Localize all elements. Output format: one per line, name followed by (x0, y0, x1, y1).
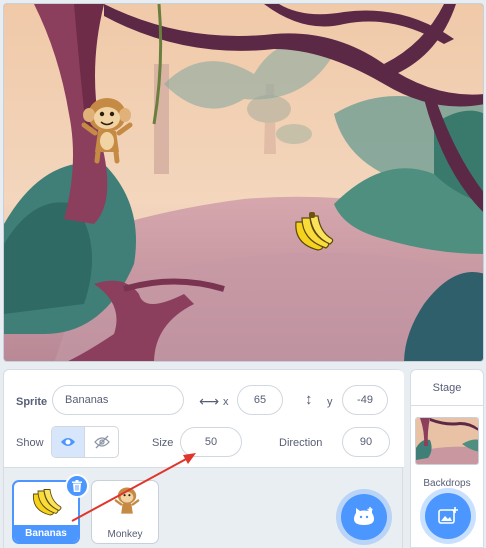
trash-icon (72, 480, 82, 492)
sprite-name-value: Bananas (65, 394, 109, 406)
delete-sprite-button[interactable] (65, 474, 89, 498)
choose-backdrop-button[interactable] (425, 493, 471, 539)
show-label: Show (16, 437, 44, 449)
hide-sprite-button[interactable] (85, 427, 118, 457)
choose-sprite-button[interactable] (341, 494, 387, 540)
sprite-pane: Sprite Bananas ⟷ x 65 ↕ y -49 Show Size … (3, 369, 404, 548)
stage-title: Stage (411, 370, 483, 406)
image-add-icon (438, 507, 458, 524)
size-label: Size (152, 437, 174, 449)
banana-thumbnail-icon (32, 489, 62, 516)
eye-slash-icon (93, 435, 110, 449)
scratch-editor: Sprite Bananas ⟷ x 65 ↕ y -49 Show Size … (0, 0, 486, 548)
eye-icon (61, 438, 75, 446)
monkey-thumbnail-icon (114, 487, 140, 514)
size-value: 50 (204, 436, 218, 448)
y-label: y (327, 396, 333, 408)
sprite-tile-label: Bananas (14, 525, 78, 542)
x-position-icon: ⟷ (199, 393, 220, 409)
direction-value: 90 (359, 436, 373, 448)
sprite-tile-monkey[interactable]: Monkey (91, 480, 159, 544)
direction-field[interactable]: 90 (342, 427, 390, 457)
sprite-info: Sprite Bananas ⟷ x 65 ↕ y -49 Show Size … (4, 370, 404, 468)
visibility-toggle (51, 426, 119, 458)
size-field[interactable]: 50 (180, 427, 242, 457)
sprite-name-field[interactable]: Bananas (52, 385, 184, 415)
jungle-backdrop (4, 4, 483, 361)
backdrops-label: Backdrops (423, 478, 471, 489)
backdrop-thumbnail (416, 418, 478, 464)
x-field[interactable]: 65 (237, 385, 283, 415)
y-field[interactable]: -49 (342, 385, 388, 415)
y-position-icon: ↕ (305, 391, 313, 408)
sprite-tile-label: Monkey (107, 529, 143, 540)
stage-canvas[interactable] (3, 3, 484, 362)
x-value: 65 (253, 394, 267, 406)
show-sprite-button[interactable] (52, 427, 86, 457)
y-value: -49 (357, 394, 373, 406)
stage-thumbnail[interactable] (415, 417, 479, 465)
cat-add-icon (354, 507, 374, 525)
stage-selector[interactable]: Stage Backdrops (410, 369, 484, 548)
direction-label: Direction (279, 437, 323, 449)
x-label: x (223, 396, 229, 408)
sprite-label: Sprite (16, 396, 48, 408)
